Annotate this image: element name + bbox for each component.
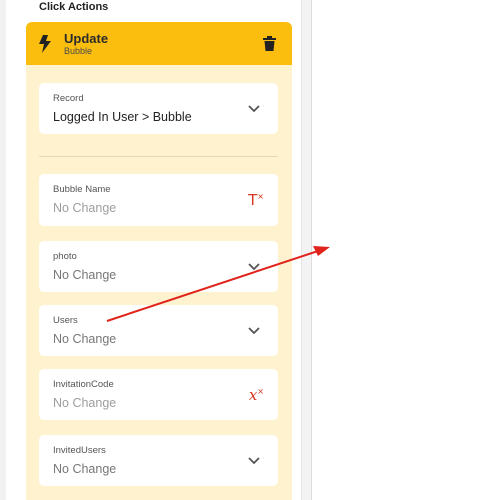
field-value: Logged In User > Bubble (53, 110, 192, 124)
field-value: No Change (53, 396, 117, 410)
photo-select[interactable]: photo No Change (39, 241, 278, 292)
separator (39, 156, 278, 157)
invited-users-select[interactable]: InvitedUsers No Change (39, 435, 278, 486)
left-panel: Click Actions Update Bubble Record Logge… (0, 0, 302, 500)
bubble-name-field[interactable]: Bubble Name No Change T× (39, 174, 278, 226)
action-header[interactable]: Update Bubble (26, 22, 292, 65)
field-label: InvitedUsers (53, 445, 106, 456)
trash-icon[interactable] (263, 36, 276, 51)
field-value: No Change (53, 332, 117, 346)
field-label: Record (53, 93, 84, 104)
chevron-down-icon[interactable] (248, 327, 260, 335)
field-value: No Change (53, 201, 117, 215)
text-variable-icon[interactable]: T× (248, 191, 264, 209)
chevron-down-icon[interactable] (248, 457, 260, 465)
bolt-icon (39, 34, 51, 53)
chevron-down-icon[interactable] (248, 263, 260, 271)
action-title: Update (64, 30, 109, 46)
fx-variable-icon[interactable]: x× (249, 386, 264, 404)
users-select[interactable]: Users No Change (39, 305, 278, 356)
action-card: Update Bubble Record Logged In User > Bu… (26, 22, 292, 500)
field-label: photo (53, 251, 77, 262)
record-select[interactable]: Record Logged In User > Bubble (39, 83, 278, 134)
field-label: InvitationCode (53, 379, 114, 390)
field-value: No Change (53, 462, 117, 476)
chevron-down-icon[interactable] (248, 105, 260, 113)
action-subtitle: Bubble (64, 45, 93, 56)
invitation-code-field[interactable]: InvitationCode No Change x× (39, 369, 278, 420)
panel-resize-divider[interactable] (302, 0, 312, 500)
section-title: Click Actions (39, 1, 109, 13)
field-label: Bubble Name (53, 184, 111, 195)
field-value: No Change (53, 268, 117, 282)
field-label: Users (53, 315, 78, 326)
